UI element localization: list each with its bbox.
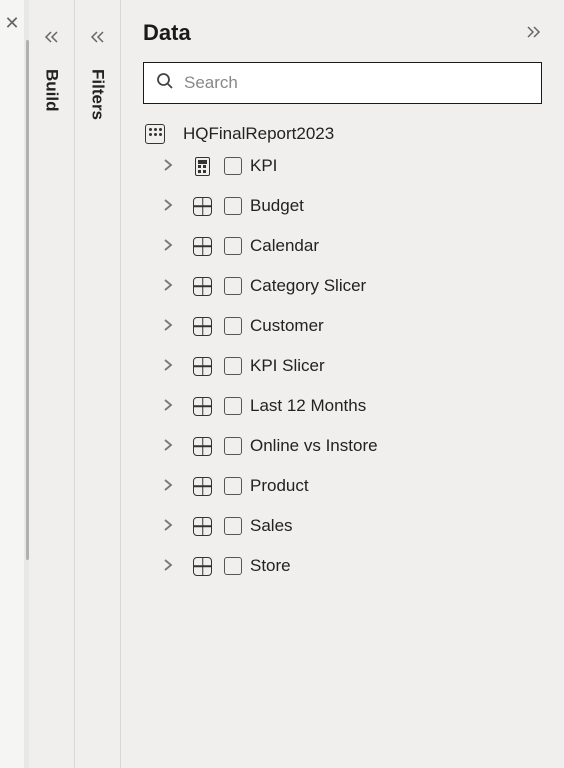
table-checkbox[interactable] [224,437,242,455]
table-icon [193,437,212,456]
table-label: Online vs Instore [250,436,378,456]
filters-pane-collapsed: Filters [75,0,121,768]
table-icon [193,237,212,256]
table-icon [193,197,212,216]
table-row[interactable]: Online vs Instore [163,436,542,456]
search-box[interactable] [143,62,542,104]
filters-pane-label: Filters [88,69,108,120]
table-label: Customer [250,316,324,336]
table-icon [193,517,212,536]
table-label: Store [250,556,291,576]
table-icon [193,557,212,576]
table-row[interactable]: Customer [163,316,542,336]
table-checkbox[interactable] [224,477,242,495]
table-checkbox[interactable] [224,557,242,575]
table-label: Budget [250,196,304,216]
table-checkbox[interactable] [224,197,242,215]
search-input[interactable] [184,73,529,93]
table-row[interactable]: Budget [163,196,542,216]
table-label: Last 12 Months [250,396,366,416]
chevron-right-icon[interactable] [163,238,175,255]
dataset-icon [145,124,165,144]
table-row[interactable]: Sales [163,516,542,536]
table-checkbox[interactable] [224,517,242,535]
collapse-data-pane-icon[interactable] [524,23,542,44]
dataset-name: HQFinalReport2023 [183,124,334,144]
dataset-header[interactable]: HQFinalReport2023 [143,124,542,144]
table-row[interactable]: Category Slicer [163,276,542,296]
chevron-right-icon[interactable] [163,558,175,575]
build-pane-collapsed: Build [29,0,75,768]
chevron-right-icon[interactable] [163,438,175,455]
build-pane-label: Build [42,69,62,112]
expand-build-pane-icon[interactable] [43,28,61,49]
chevron-right-icon[interactable] [163,398,175,415]
table-row[interactable]: Store [163,556,542,576]
chevron-right-icon[interactable] [163,478,175,495]
table-checkbox[interactable] [224,237,242,255]
close-icon[interactable]: ✕ [4,14,19,32]
search-icon [156,72,174,95]
table-icon [193,477,212,496]
calculator-icon [193,157,212,176]
expand-filters-pane-icon[interactable] [89,28,107,49]
table-icon [193,397,212,416]
table-checkbox[interactable] [224,157,242,175]
table-checkbox[interactable] [224,397,242,415]
chevron-right-icon[interactable] [163,158,175,175]
table-row[interactable]: Calendar [163,236,542,256]
table-label: Sales [250,516,293,536]
pane-separator [24,0,29,768]
table-checkbox[interactable] [224,317,242,335]
table-icon [193,277,212,296]
table-row[interactable]: KPI Slicer [163,356,542,376]
table-label: KPI Slicer [250,356,325,376]
data-pane-title: Data [143,20,191,46]
table-label: KPI [250,156,277,176]
table-row[interactable]: Product [163,476,542,496]
chevron-right-icon[interactable] [163,318,175,335]
chevron-right-icon[interactable] [163,518,175,535]
table-checkbox[interactable] [224,277,242,295]
close-bar: ✕ [0,0,24,768]
data-pane-header: Data [143,20,542,46]
table-row[interactable]: KPI [163,156,542,176]
table-icon [193,357,212,376]
table-label: Product [250,476,309,496]
chevron-right-icon[interactable] [163,278,175,295]
table-label: Category Slicer [250,276,366,296]
table-tree: KPI Budget Calendar Category Slicer Customer… [143,156,542,576]
chevron-right-icon[interactable] [163,198,175,215]
chevron-right-icon[interactable] [163,358,175,375]
table-icon [193,317,212,336]
data-pane: Data HQFinalReport2023 KPI Budget Calendar… [121,0,564,768]
table-checkbox[interactable] [224,357,242,375]
table-label: Calendar [250,236,319,256]
table-row[interactable]: Last 12 Months [163,396,542,416]
